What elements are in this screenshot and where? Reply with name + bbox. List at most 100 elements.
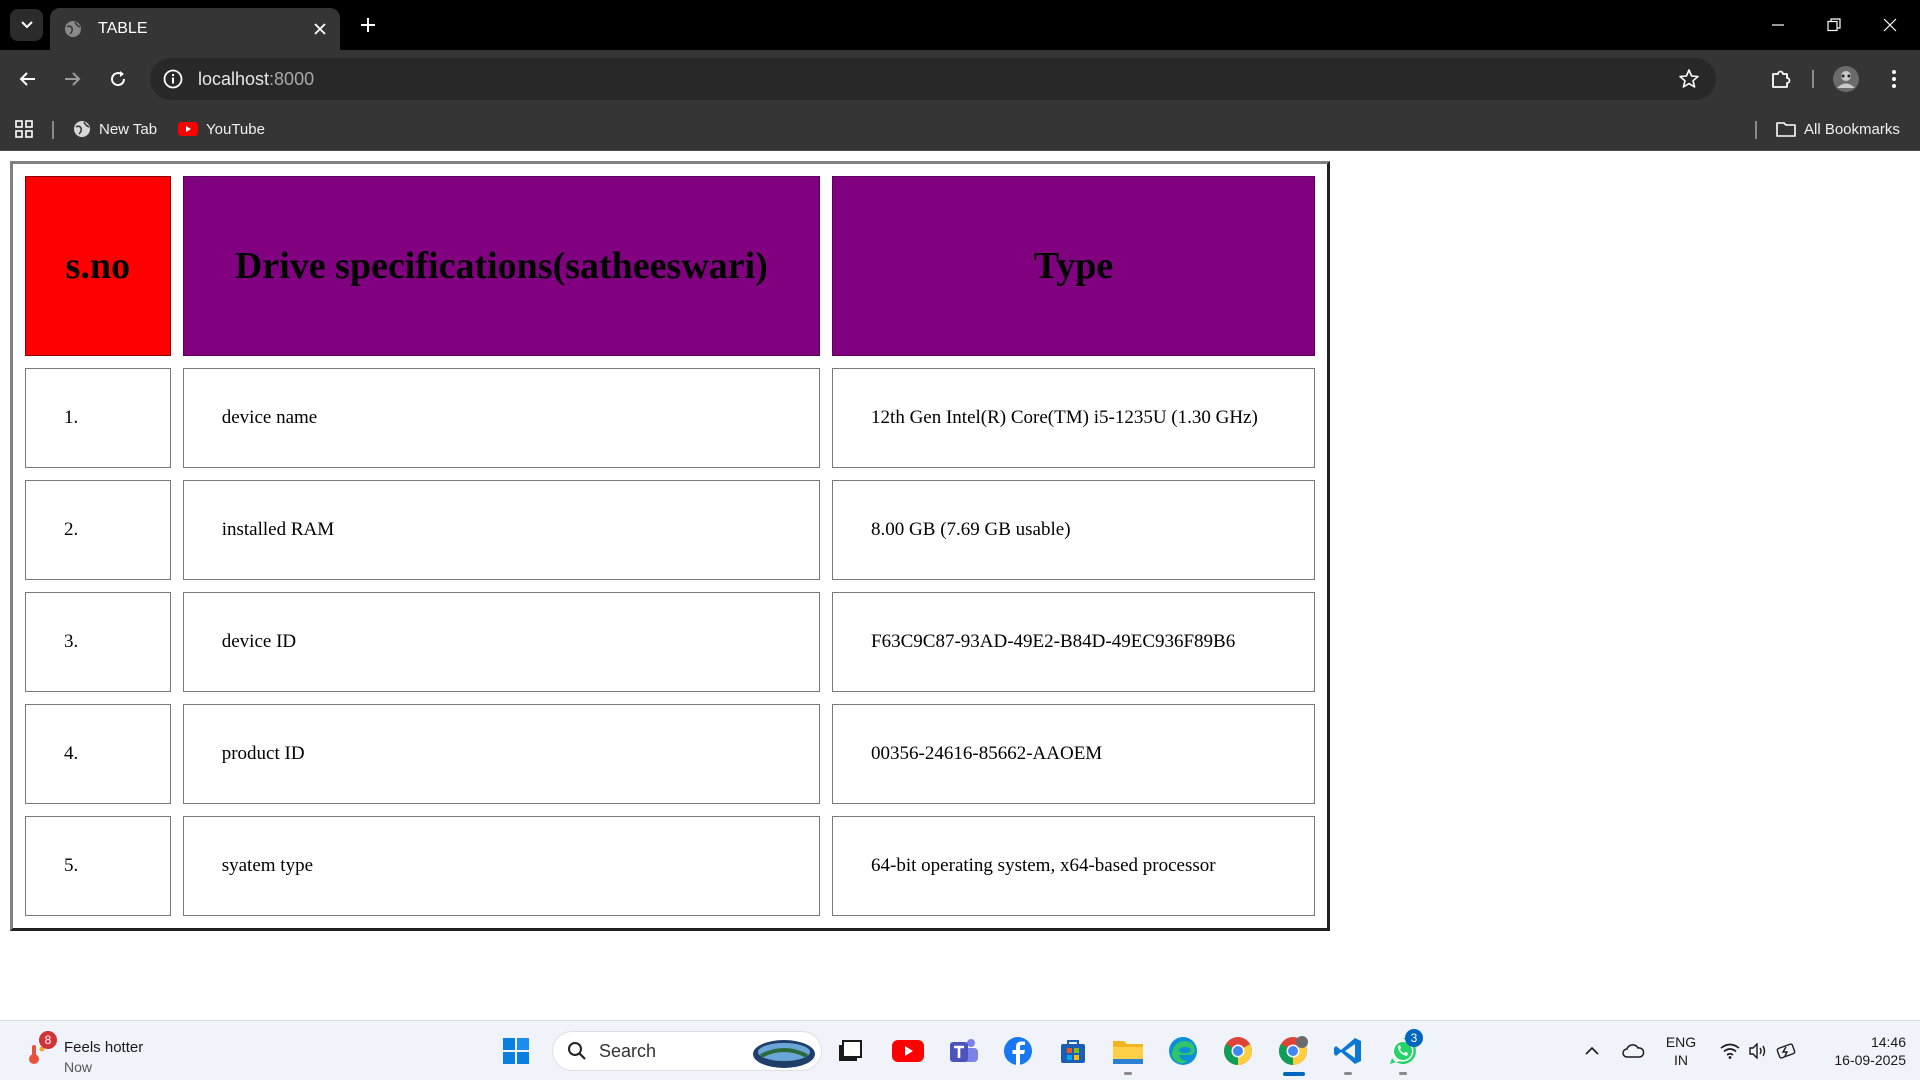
active-indicator xyxy=(1283,1072,1305,1076)
table-row: 1. device name 12th Gen Intel(R) Core(TM… xyxy=(25,368,1315,468)
header-type: Type xyxy=(832,176,1315,356)
avatar xyxy=(1833,66,1859,92)
globe-icon xyxy=(65,21,81,37)
restore-button[interactable] xyxy=(1806,0,1862,50)
globe-icon xyxy=(74,121,90,137)
restore-icon xyxy=(1827,18,1841,32)
weather-badge: 8 xyxy=(39,1031,57,1049)
menu-button[interactable] xyxy=(1876,61,1912,97)
quick-settings-button[interactable] xyxy=(1714,1021,1804,1081)
table-header-row: s.no Drive specifications(satheeswari) T… xyxy=(25,176,1315,356)
taskbar-facebook[interactable] xyxy=(1000,1033,1036,1069)
onedrive-button[interactable] xyxy=(1618,1021,1648,1081)
volume-icon xyxy=(1749,1043,1766,1059)
site-info-icon[interactable] xyxy=(162,68,184,90)
forward-button[interactable] xyxy=(54,61,90,97)
browser-toolbar: localhost:8000 xyxy=(0,50,1920,107)
facebook-icon xyxy=(1004,1037,1032,1066)
cell-sno: 1. xyxy=(25,368,171,468)
url-port: :8000 xyxy=(269,68,315,89)
minimize-icon xyxy=(1772,24,1784,26)
extensions-button[interactable] xyxy=(1763,61,1799,97)
cell-spec: device ID xyxy=(182,592,821,692)
url-host: localhost xyxy=(198,68,270,89)
start-button[interactable] xyxy=(498,1033,534,1069)
cell-sno: 2. xyxy=(25,480,171,580)
task-view-button[interactable] xyxy=(832,1033,868,1069)
close-window-button[interactable] xyxy=(1862,0,1918,50)
cell-spec: device name xyxy=(182,368,821,468)
taskbar-file-explorer[interactable] xyxy=(1110,1033,1146,1075)
bookmark-star-icon[interactable] xyxy=(1678,68,1700,90)
table-row: 3. device ID F63C9C87-93AD-49E2-B84D-49E… xyxy=(25,592,1315,692)
region-code: IN xyxy=(1674,1052,1688,1068)
taskbar-edge[interactable] xyxy=(1165,1033,1201,1069)
chrome-icon xyxy=(1224,1037,1252,1065)
bookmarks-bar: New Tab YouTube All Bookmarks xyxy=(0,107,1920,151)
youtube-icon xyxy=(178,122,198,136)
close-icon xyxy=(1883,18,1897,32)
header-sno: s.no xyxy=(25,176,171,356)
weather-widget[interactable]: 8 Feels hotter Now xyxy=(24,1029,184,1075)
taskbar-chrome[interactable] xyxy=(1220,1033,1256,1069)
edge-icon xyxy=(1169,1037,1197,1065)
all-bookmarks-label: All Bookmarks xyxy=(1804,120,1900,138)
taskbar-chrome-profile[interactable] xyxy=(1275,1033,1311,1076)
taskbar-youtube[interactable] xyxy=(890,1033,926,1069)
bookmark-new-tab[interactable]: New Tab xyxy=(73,117,157,141)
cell-spec: installed RAM xyxy=(182,480,821,580)
profile-button[interactable] xyxy=(1828,61,1864,97)
weather-sub: Now xyxy=(64,1059,93,1075)
bookmark-label: YouTube xyxy=(206,120,265,138)
cell-type: 12th Gen Intel(R) Core(TM) i5-1235U (1.3… xyxy=(832,368,1315,468)
weather-label: Feels hotter xyxy=(64,1039,144,1056)
taskbar-search[interactable]: Search xyxy=(552,1031,822,1071)
tab-search-button[interactable] xyxy=(10,9,43,41)
toolbar-divider xyxy=(1812,70,1814,88)
taskbar-teams[interactable] xyxy=(945,1033,981,1069)
back-button[interactable] xyxy=(10,61,46,97)
plus-icon xyxy=(361,18,375,32)
folder-icon xyxy=(1113,1041,1143,1064)
running-indicator xyxy=(1124,1072,1132,1075)
table-row: 5. syatem type 64-bit operating system, … xyxy=(25,816,1315,916)
input-language-button[interactable]: ENG IN xyxy=(1664,1033,1698,1069)
taskbar-vscode[interactable] xyxy=(1330,1033,1366,1075)
running-indicator xyxy=(1344,1072,1352,1075)
tab-close-button[interactable] xyxy=(300,13,340,45)
chevron-up-icon xyxy=(1585,1046,1599,1055)
active-tab[interactable]: TABLE xyxy=(50,8,340,50)
browser-tab-bar: TABLE xyxy=(0,0,1920,50)
minimize-button[interactable] xyxy=(1750,0,1806,50)
taskbar-whatsapp[interactable]: 3 xyxy=(1385,1029,1423,1075)
arrow-left-icon xyxy=(19,72,35,86)
header-drive-specifications: Drive specifications(satheeswari) xyxy=(182,176,821,356)
youtube-icon xyxy=(892,1040,924,1062)
clock-date: 16-09-2025 xyxy=(1834,1052,1906,1068)
table-row: 2. installed RAM 8.00 GB (7.69 GB usable… xyxy=(25,480,1315,580)
cell-type: 64-bit operating system, x64-based proce… xyxy=(832,816,1315,916)
taskbar-store[interactable] xyxy=(1055,1033,1091,1069)
show-hidden-icons-button[interactable] xyxy=(1580,1021,1604,1081)
store-icon xyxy=(1061,1040,1085,1063)
search-highlight-icon xyxy=(753,1040,815,1068)
tab-title: TABLE xyxy=(98,20,148,37)
page-content: s.no Drive specifications(satheeswari) T… xyxy=(0,151,1920,1020)
address-bar[interactable]: localhost:8000 xyxy=(150,58,1716,100)
running-indicator xyxy=(1399,1072,1407,1075)
clock-button[interactable]: 14:46 16-09-2025 xyxy=(1810,1033,1906,1069)
bookmarks-divider xyxy=(1755,121,1757,139)
windows-logo-icon xyxy=(503,1038,529,1064)
kebab-menu-icon xyxy=(1892,70,1896,88)
reload-button[interactable] xyxy=(100,61,136,97)
bookmarks-divider xyxy=(52,121,54,139)
bookmark-youtube[interactable]: YouTube xyxy=(178,117,265,141)
new-tab-button[interactable] xyxy=(352,10,384,40)
bookmark-label: New Tab xyxy=(99,120,158,138)
cell-sno: 4. xyxy=(25,704,171,804)
apps-button[interactable] xyxy=(14,117,42,141)
cell-sno: 5. xyxy=(25,816,171,916)
battery-charging-icon xyxy=(1776,1043,1796,1059)
all-bookmarks-button[interactable]: All Bookmarks xyxy=(1776,117,1900,141)
cell-spec: product ID xyxy=(182,704,821,804)
